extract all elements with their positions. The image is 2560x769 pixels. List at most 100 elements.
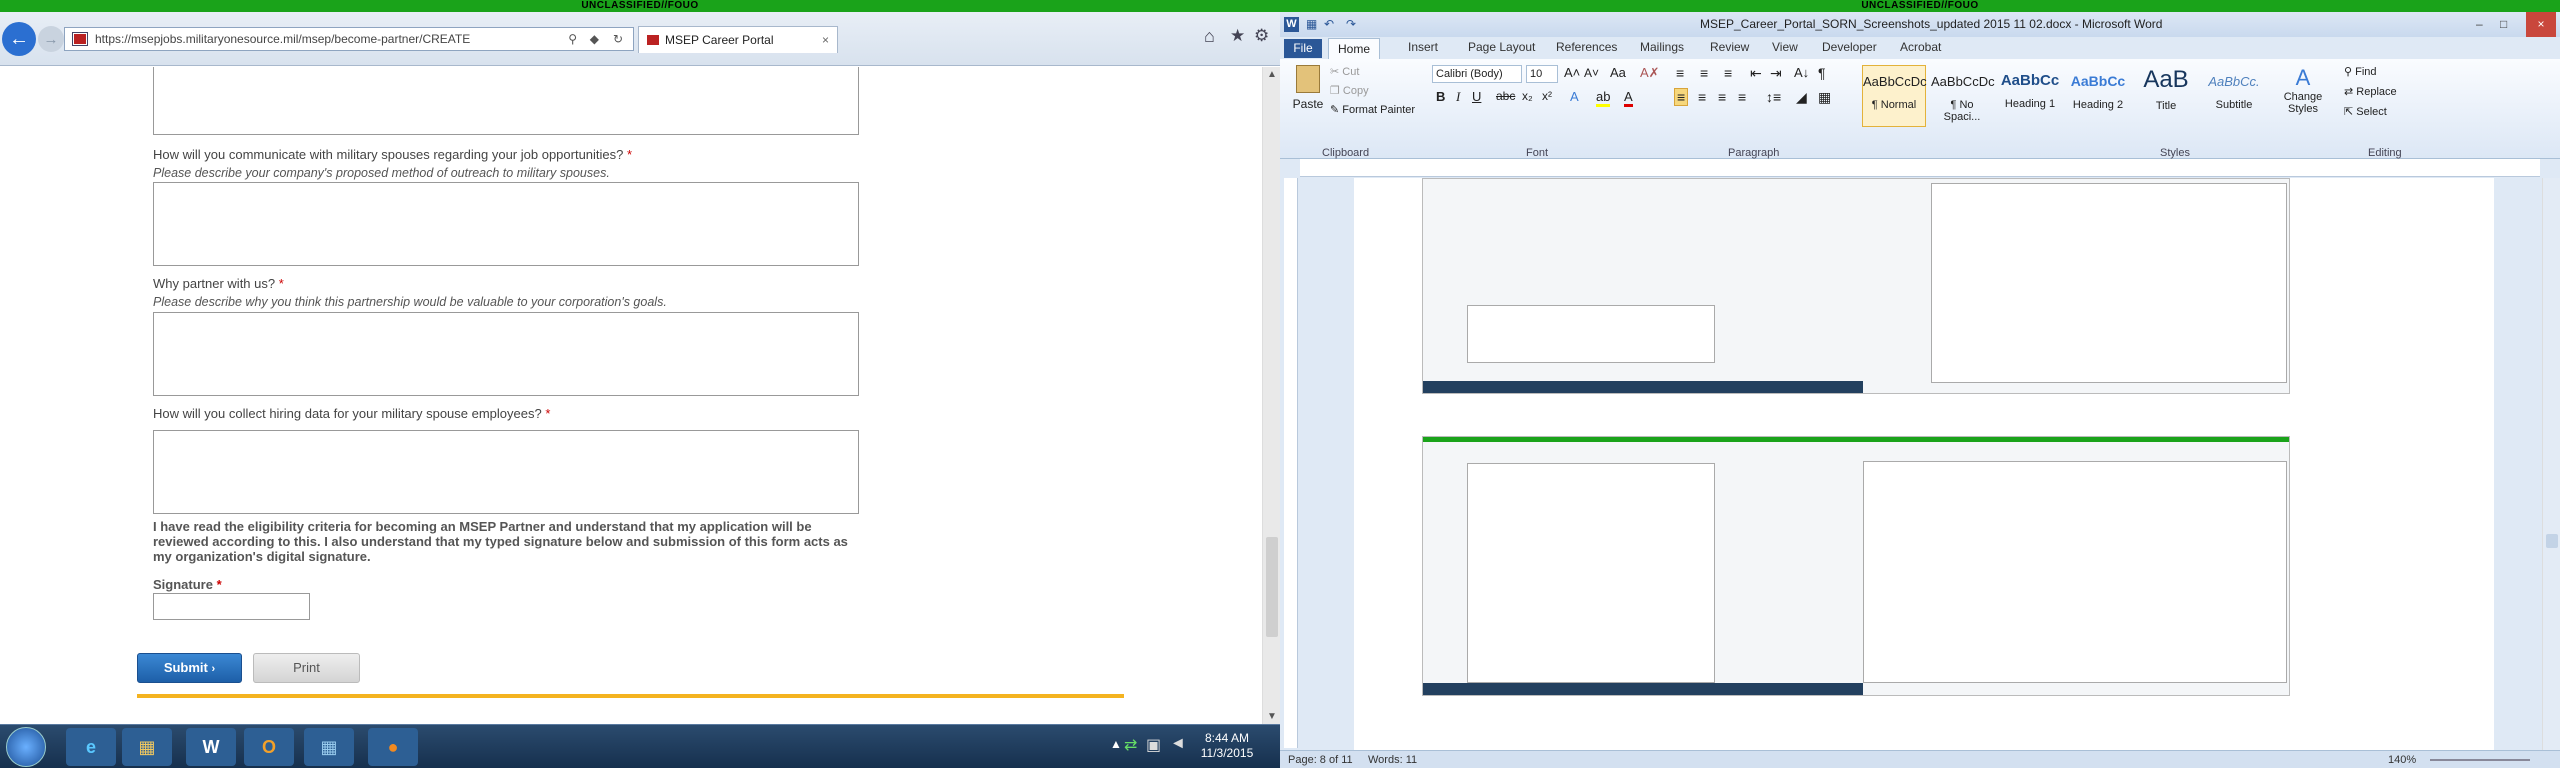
undo-icon[interactable]: ↶ bbox=[1324, 12, 1334, 37]
strikethrough-icon[interactable]: abc bbox=[1496, 89, 1515, 103]
style-no-spacing[interactable]: AaBbCcDc ¶ No Spaci... bbox=[1930, 65, 1995, 127]
hiring-data-textarea[interactable] bbox=[153, 430, 859, 514]
tab-review[interactable]: Review bbox=[1710, 40, 1749, 54]
vertical-ruler[interactable] bbox=[1284, 178, 1298, 748]
decrease-indent-icon[interactable]: ⇤ bbox=[1750, 65, 1762, 82]
tab-home[interactable]: Home bbox=[1328, 38, 1380, 59]
style-heading-2[interactable]: AaBbCc Heading 2 bbox=[2066, 65, 2130, 127]
print-button[interactable]: Print bbox=[253, 653, 360, 683]
bold-icon[interactable]: B bbox=[1436, 89, 1445, 104]
sort-icon[interactable]: A↓ bbox=[1794, 65, 1809, 80]
underline-icon[interactable]: U bbox=[1472, 89, 1481, 104]
format-painter-button[interactable]: ✎ Format Painter bbox=[1330, 103, 1415, 116]
home-icon[interactable]: ⌂ bbox=[1204, 26, 1215, 47]
align-center-icon[interactable]: ≡ bbox=[1698, 89, 1706, 105]
borders-icon[interactable]: ▦ bbox=[1818, 89, 1831, 106]
find-button[interactable]: ⚲ Find bbox=[2344, 65, 2377, 78]
outreach-textarea[interactable] bbox=[153, 182, 859, 266]
zoom-level[interactable]: 140% bbox=[2388, 751, 2416, 769]
scroll-down-arrow-icon[interactable]: ▼ bbox=[1267, 711, 1277, 722]
scroll-up-arrow-icon[interactable]: ▲ bbox=[1267, 69, 1277, 80]
font-color-icon[interactable]: A bbox=[1624, 89, 1633, 107]
previous-answer-textarea[interactable] bbox=[153, 67, 859, 135]
maximize-icon[interactable]: □ bbox=[2500, 12, 2507, 37]
tab-references[interactable]: References bbox=[1556, 40, 1617, 54]
minimize-icon[interactable]: – bbox=[2476, 12, 2483, 37]
tab-mailings[interactable]: Mailings bbox=[1640, 40, 1684, 54]
style-normal[interactable]: AaBbCcDc ¶ Normal bbox=[1862, 65, 1927, 127]
copy-button[interactable]: ❐ Copy bbox=[1330, 84, 1369, 97]
align-left-icon[interactable]: ≡ bbox=[1674, 88, 1689, 106]
clock[interactable]: 8:44 AM 11/3/2015 bbox=[1196, 731, 1258, 761]
replace-button[interactable]: ⇄ Replace bbox=[2344, 85, 2397, 98]
redo-icon[interactable]: ↷ bbox=[1346, 12, 1356, 37]
text-effects-icon[interactable]: A bbox=[1570, 89, 1579, 104]
lock-icon[interactable]: ◆ bbox=[590, 28, 599, 50]
numbering-icon[interactable]: ≡ bbox=[1700, 65, 1708, 81]
shrink-font-icon[interactable]: A˅ bbox=[1584, 66, 1599, 80]
justify-icon[interactable]: ≡ bbox=[1738, 89, 1746, 105]
bullets-icon[interactable]: ≡ bbox=[1676, 65, 1684, 81]
tab-insert[interactable]: Insert bbox=[1408, 40, 1438, 54]
submit-button[interactable]: Submit › bbox=[137, 653, 242, 683]
zoom-slider[interactable] bbox=[2430, 759, 2530, 761]
document-scrollbar[interactable] bbox=[2542, 178, 2560, 750]
grow-font-icon[interactable]: A˄ bbox=[1564, 65, 1580, 80]
volume-icon[interactable]: ◄ bbox=[1170, 735, 1186, 753]
tab-view[interactable]: View bbox=[1772, 40, 1798, 54]
settings-gear-icon[interactable]: ⚙ bbox=[1254, 26, 1269, 46]
horizontal-ruler[interactable] bbox=[1300, 159, 2540, 177]
change-styles-button[interactable]: A Change Styles bbox=[2280, 65, 2326, 115]
firefox-icon[interactable]: ● bbox=[368, 728, 418, 766]
show-formatting-icon[interactable]: ¶ bbox=[1818, 65, 1826, 81]
increase-indent-icon[interactable]: ⇥ bbox=[1770, 65, 1782, 82]
change-case-icon[interactable]: Aa bbox=[1610, 65, 1626, 80]
tab-page-layout[interactable]: Page Layout bbox=[1468, 40, 1535, 54]
scrollbar-thumb[interactable] bbox=[2546, 534, 2558, 548]
network-icon[interactable]: ▣ bbox=[1146, 735, 1161, 755]
address-bar[interactable]: https://msepjobs.militaryonesource.mil/m… bbox=[64, 27, 634, 51]
search-icon[interactable]: ⚲ bbox=[568, 28, 577, 50]
tab-developer[interactable]: Developer bbox=[1822, 40, 1877, 54]
align-right-icon[interactable]: ≡ bbox=[1718, 89, 1726, 105]
tab-file[interactable]: File bbox=[1284, 39, 1322, 58]
close-tab-icon[interactable]: × bbox=[822, 27, 829, 53]
signature-input[interactable] bbox=[153, 593, 310, 620]
italic-icon[interactable]: I bbox=[1456, 89, 1460, 105]
favorites-star-icon[interactable]: ★ bbox=[1230, 26, 1245, 46]
style-title[interactable]: AaB Title bbox=[2134, 65, 2198, 127]
tab-msep-career-portal[interactable]: MSEP Career Portal × bbox=[638, 26, 838, 53]
outlook-icon[interactable]: O bbox=[244, 728, 294, 766]
why-partner-textarea[interactable] bbox=[153, 312, 859, 396]
superscript-icon[interactable]: x² bbox=[1542, 89, 1552, 103]
select-button[interactable]: ⇱ Select bbox=[2344, 105, 2387, 118]
scrollbar-thumb[interactable] bbox=[1266, 537, 1278, 637]
word-count[interactable]: Words: 11 bbox=[1368, 751, 1417, 769]
save-icon[interactable]: ▦ bbox=[1306, 12, 1317, 37]
tab-acrobat[interactable]: Acrobat bbox=[1900, 40, 1941, 54]
style-subtitle[interactable]: AaBbCc. Subtitle bbox=[2202, 65, 2266, 127]
highlight-icon[interactable]: ab bbox=[1596, 89, 1611, 107]
word-icon[interactable]: W bbox=[186, 728, 236, 766]
back-button[interactable]: ← bbox=[2, 22, 36, 56]
lync-icon[interactable]: ▦ bbox=[304, 728, 354, 766]
paste-button[interactable]: Paste bbox=[1290, 65, 1326, 111]
close-window-icon[interactable]: × bbox=[2526, 12, 2556, 37]
tray-arrow-icon[interactable]: ▲ bbox=[1110, 737, 1122, 751]
font-name-select[interactable]: Calibri (Body) bbox=[1432, 65, 1522, 83]
cut-button[interactable]: ✂ Cut bbox=[1330, 65, 1359, 78]
file-explorer-icon[interactable]: ▦ bbox=[122, 728, 172, 766]
browser-scrollbar[interactable]: ▲ ▼ bbox=[1262, 67, 1280, 724]
sync-icon[interactable]: ⇄ bbox=[1124, 735, 1137, 755]
document-page[interactable] bbox=[1354, 178, 2494, 752]
internet-explorer-icon[interactable]: e bbox=[66, 728, 116, 766]
start-button[interactable] bbox=[6, 727, 46, 767]
style-heading-1[interactable]: AaBbCc Heading 1 bbox=[1998, 65, 2062, 127]
page-count[interactable]: Page: 8 of 11 bbox=[1288, 751, 1353, 769]
subscript-icon[interactable]: x₂ bbox=[1522, 89, 1533, 103]
forward-button[interactable]: → bbox=[38, 26, 64, 52]
line-spacing-icon[interactable]: ↕≡ bbox=[1766, 89, 1781, 105]
clear-formatting-icon[interactable]: A✗ bbox=[1640, 65, 1660, 81]
word-app-icon[interactable]: W bbox=[1284, 17, 1299, 32]
font-size-select[interactable]: 10 bbox=[1526, 65, 1558, 83]
